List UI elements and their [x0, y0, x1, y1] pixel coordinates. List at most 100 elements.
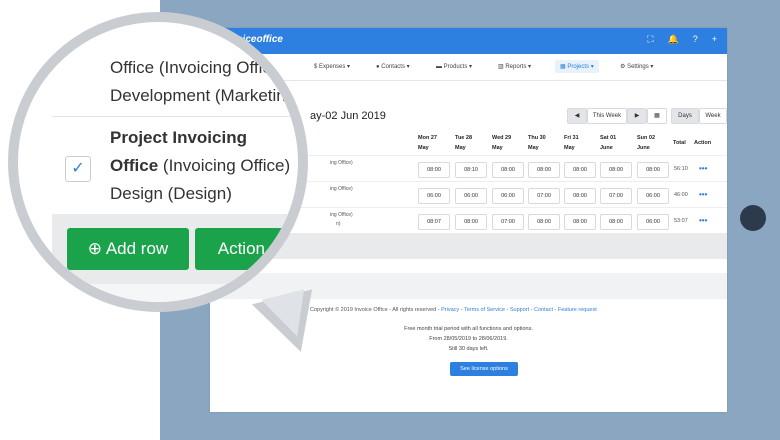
time-input[interactable]: 08:00 [600, 162, 632, 178]
footer-links: Copyright © 2019 Invoice Office - All ri… [310, 307, 597, 313]
calendar-icon: ▦ [560, 64, 566, 70]
nav-products[interactable]: ▬ Products ▾ [436, 63, 472, 70]
action-header: Action [694, 140, 712, 146]
chevron-down-icon: ▾ [347, 64, 351, 70]
time-input[interactable]: 06:00 [637, 188, 669, 204]
tablet-home-button [740, 205, 766, 231]
total-header: Total [673, 140, 686, 146]
chart-icon: ▥ [498, 64, 504, 70]
row-total: 53:07 [674, 218, 688, 224]
chevron-down-icon: ▾ [406, 64, 410, 70]
column-header: Sat 01 June [600, 135, 617, 151]
time-input[interactable]: 06:00 [492, 188, 524, 204]
truck-icon: ▬ [436, 64, 442, 70]
column-header: Wed 29 May [492, 135, 512, 151]
nav-expenses[interactable]: $ Expenses ▾ [314, 63, 350, 70]
footer-separator: - [460, 307, 463, 313]
zoomed-row-line2: Development (Marketing [110, 86, 296, 105]
more-icon[interactable]: ••• [699, 190, 707, 199]
time-input[interactable]: 08:00 [418, 162, 450, 178]
time-input[interactable]: 06:00 [418, 188, 450, 204]
more-icon[interactable]: ••• [699, 216, 707, 225]
time-input[interactable]: 06:00 [455, 188, 487, 204]
zoomed-lower-band [52, 284, 298, 302]
time-input[interactable]: 08:00 [564, 214, 596, 230]
nav-projects[interactable]: ▦ Projects ▾ [555, 60, 599, 73]
next-week-button[interactable]: ▶ [627, 108, 647, 124]
time-input[interactable]: 08:00 [600, 214, 632, 230]
row-label: ing Office) [330, 160, 353, 166]
time-input[interactable]: 08:10 [455, 162, 487, 178]
help-icon[interactable]: ? [693, 34, 698, 45]
add-row-label: Add row [105, 239, 169, 258]
expand-icon[interactable]: ⛶ [647, 34, 653, 45]
project-task: Design (Design) [110, 184, 232, 203]
gear-icon: ⚙ [620, 64, 626, 70]
privacy-link[interactable]: Privacy [441, 307, 459, 313]
license-options-button[interactable]: See license options [450, 362, 518, 376]
chevron-down-icon: ▾ [469, 64, 473, 70]
time-input[interactable]: 07:00 [492, 214, 524, 230]
time-input[interactable]: 07:00 [528, 188, 560, 204]
nav-label: Contacts [381, 64, 405, 70]
time-input[interactable]: 06:00 [637, 214, 669, 230]
more-icon[interactable]: ••• [699, 164, 707, 173]
week-toggle[interactable]: Week [699, 108, 727, 124]
time-input[interactable]: 08:00 [528, 214, 560, 230]
row-label: ing Office) [330, 212, 353, 218]
row-total: 56:10 [674, 166, 688, 172]
column-header: Tue 28 May [455, 135, 473, 151]
nav-reports[interactable]: ▥ Reports ▾ [498, 63, 531, 70]
column-header: Thu 30 May [528, 135, 546, 151]
support-link[interactable]: Support [510, 307, 529, 313]
plus-circle-icon: ⊕ [87, 239, 103, 258]
prev-week-button[interactable]: ◀ [567, 108, 587, 124]
chevron-down-icon: ▾ [269, 239, 279, 258]
days-toggle[interactable]: Days [671, 108, 699, 124]
time-input[interactable]: 08:00 [564, 162, 596, 178]
time-input[interactable]: 08:00 [455, 214, 487, 230]
time-input[interactable]: 08:00 [564, 188, 596, 204]
footer-separator: - [506, 307, 509, 313]
column-header: Sun 02 June [637, 135, 656, 151]
time-input[interactable]: 08:00 [637, 162, 669, 178]
action-button[interactable]: Action ▾ [195, 228, 298, 270]
time-input[interactable]: 08:07 [418, 214, 450, 230]
project-subtitle: Office (Invoicing Office) [110, 156, 291, 175]
nav-label: Settings [627, 64, 649, 70]
top-bar-icons: ⛶ 🔔 ? + [647, 34, 717, 45]
feature-request-link[interactable]: Feature request [558, 307, 597, 313]
row-label: ing Office) [330, 186, 353, 192]
user-icon: ● [376, 64, 380, 70]
calendar-icon[interactable]: ▦ [647, 108, 667, 124]
chevron-down-icon: ▾ [590, 64, 594, 70]
contact-link[interactable]: Contact [534, 307, 553, 313]
date-range-title: ay-02 Jun 2019 [310, 110, 386, 122]
nav-label: Products [443, 64, 468, 70]
project-title: Project Invoicing [110, 128, 247, 147]
column-header: Mon 27 May [418, 135, 437, 151]
terms-link[interactable]: Terms of Service [464, 307, 505, 313]
nav-label: Reports [505, 64, 527, 70]
nav-contacts[interactable]: ● Contacts ▾ [376, 63, 410, 70]
magnifier-content: Office (Invoicing Offic Development (Mar… [18, 22, 298, 302]
this-week-button[interactable]: This Week [587, 108, 627, 124]
plus-icon[interactable]: + [712, 34, 717, 45]
time-input[interactable]: 08:00 [492, 162, 524, 178]
row-checkbox[interactable]: ✓ [65, 156, 91, 182]
magnifier-lens: Office (Invoicing Offic Development (Mar… [8, 12, 308, 312]
row-total: 46:00 [674, 192, 688, 198]
action-label: Action [217, 239, 265, 258]
footer-separator: - [530, 307, 533, 313]
chevron-down-icon: ▾ [528, 64, 532, 70]
dollar-icon: $ [314, 64, 318, 70]
copyright-text: Copyright © 2019 Invoice Office - All ri… [310, 307, 440, 313]
time-input[interactable]: 08:00 [528, 162, 560, 178]
time-input[interactable]: 07:00 [600, 188, 632, 204]
bell-icon[interactable]: 🔔 [668, 34, 679, 45]
nav-label: Projects [567, 64, 590, 70]
chevron-down-icon: ▾ [650, 64, 654, 70]
add-row-button[interactable]: ⊕ Add row [67, 228, 189, 270]
zoomed-row-line1: Office (Invoicing Offic [110, 58, 271, 77]
nav-settings[interactable]: ⚙ Settings ▾ [620, 63, 653, 70]
